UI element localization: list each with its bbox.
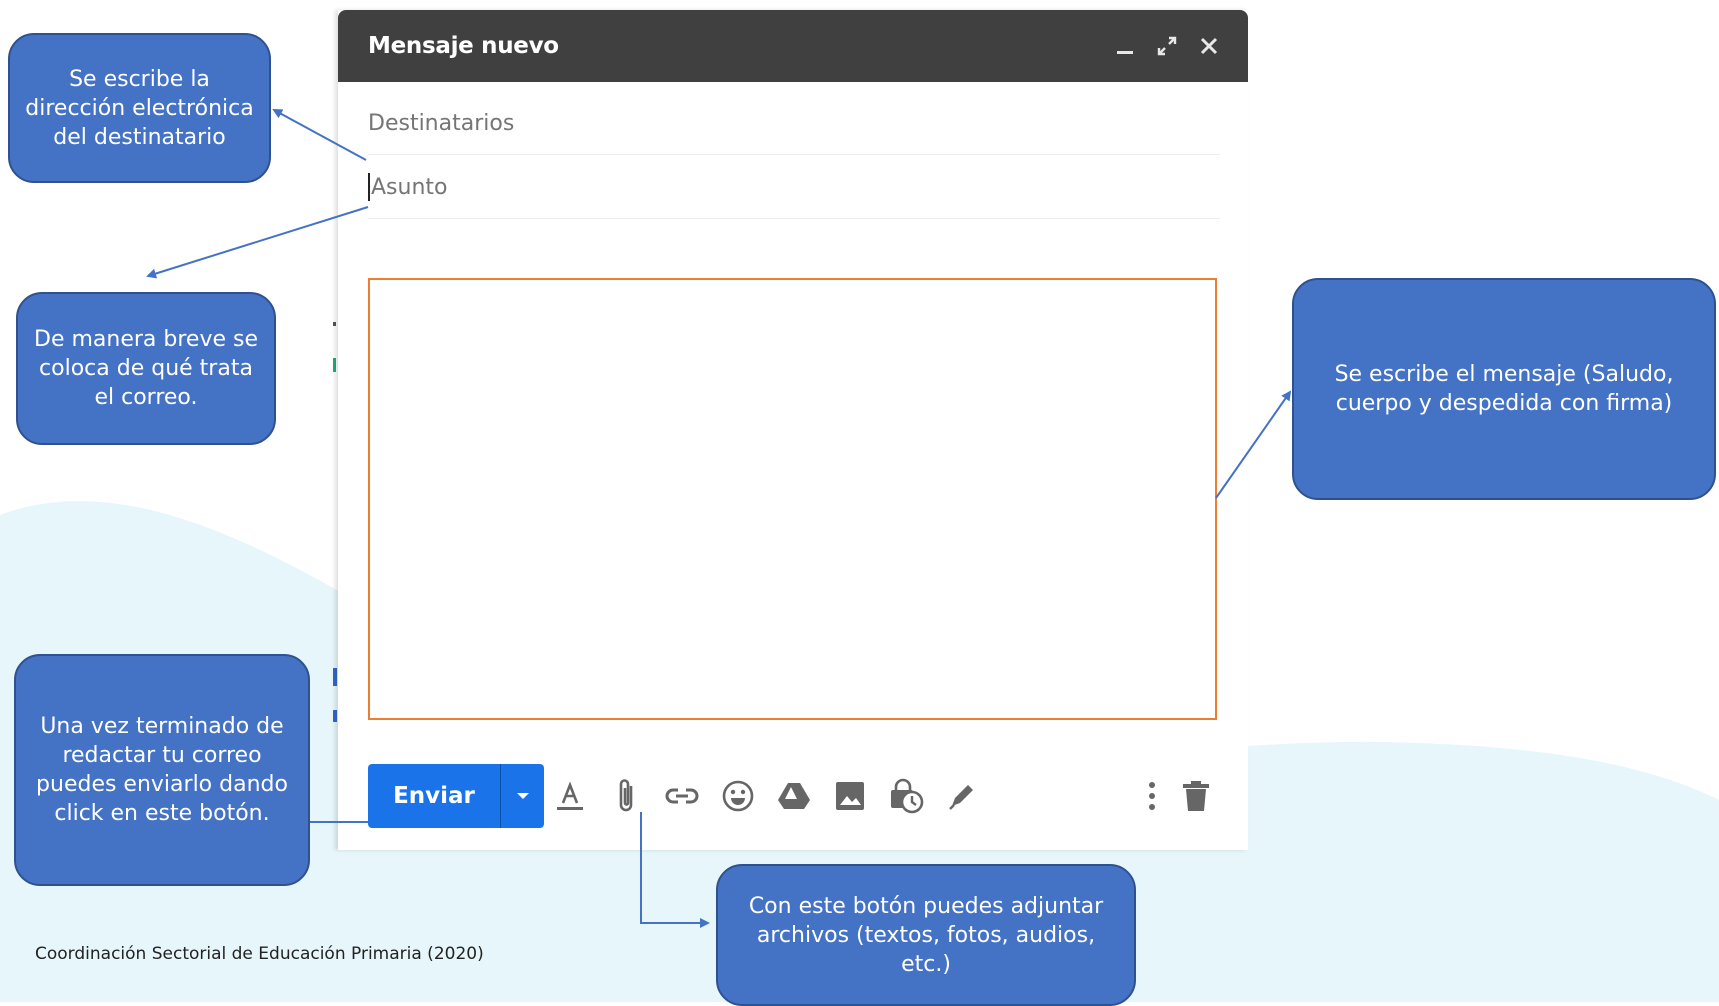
compose-titlebar[interactable]: Mensaje nuevo [338, 10, 1248, 82]
link-icon[interactable] [662, 776, 702, 816]
footer-credit: Coordinación Sectorial de Educación Prim… [35, 944, 484, 964]
message-body-area[interactable] [368, 278, 1217, 720]
text-cursor [368, 173, 370, 201]
minimize-icon[interactable] [1104, 26, 1146, 66]
trash-icon[interactable] [1176, 776, 1216, 816]
recipients-placeholder: Destinatarios [368, 110, 515, 136]
subject-placeholder: Asunto [371, 174, 448, 200]
format-text-icon[interactable] [550, 776, 590, 816]
callout-subject: De manera breve se coloca de qué trata e… [16, 292, 276, 445]
send-options-button[interactable] [501, 764, 544, 828]
send-button-group: Enviar [368, 764, 544, 828]
expand-icon[interactable] [1146, 26, 1188, 66]
callout-attach: Con este botón puedes adjuntar archivos … [716, 864, 1136, 1006]
confidential-mode-icon[interactable] [886, 776, 926, 816]
callout-recipient: Se escribe la dirección electrónica del … [8, 33, 271, 183]
compose-window: Mensaje nuevo Destinatarios Asunto Envia… [338, 10, 1248, 850]
compose-toolbar: Enviar [368, 764, 1224, 828]
paperclip-icon[interactable] [606, 776, 646, 816]
drive-icon[interactable] [774, 776, 814, 816]
signature-pen-icon[interactable] [942, 776, 982, 816]
image-icon[interactable] [830, 776, 870, 816]
subject-field[interactable]: Asunto [368, 156, 1220, 219]
callout-send: Una vez terminado de redactar tu correo … [14, 654, 310, 886]
recipients-field[interactable]: Destinatarios [368, 92, 1220, 155]
compose-title: Mensaje nuevo [368, 33, 559, 59]
emoji-icon[interactable] [718, 776, 758, 816]
close-icon[interactable] [1188, 26, 1230, 66]
chevron-down-icon [516, 793, 529, 799]
callout-message: Se escribe el mensaje (Saludo, cuerpo y … [1292, 278, 1716, 500]
send-button[interactable]: Enviar [368, 764, 501, 828]
more-options-icon[interactable] [1132, 776, 1172, 816]
